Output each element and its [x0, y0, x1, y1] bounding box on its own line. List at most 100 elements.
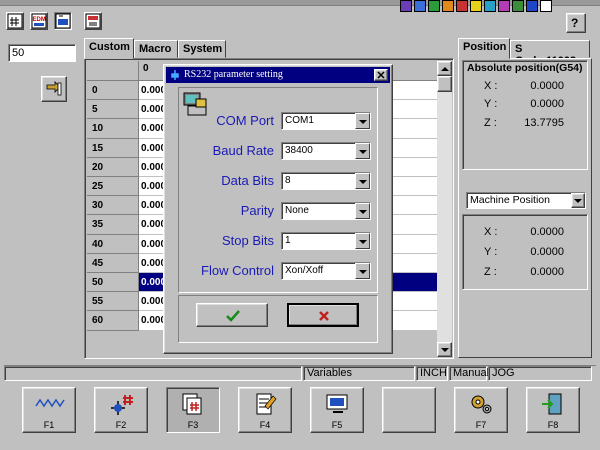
dialog-field-select[interactable]: 8 — [281, 172, 371, 190]
toolbar-icon-9[interactable] — [512, 0, 524, 12]
dialog-field-value: COM1 — [285, 115, 314, 126]
grid-scrollbar[interactable] — [437, 61, 452, 357]
edit-document-icon — [256, 393, 277, 415]
stacked-hash-icon — [182, 393, 202, 415]
grid-row-label: 0 — [87, 81, 139, 101]
toolbar-icon-6[interactable] — [470, 0, 482, 12]
chevron-down-icon[interactable] — [355, 143, 370, 159]
toolbar-icon-8[interactable] — [498, 0, 510, 12]
scroll-thumb[interactable] — [437, 76, 452, 92]
grid-row-label: 10 — [87, 119, 139, 139]
dialog-close-button[interactable] — [374, 69, 388, 81]
axis-value: 0.0000 — [530, 226, 564, 238]
absolute-position-box: Absolute position(G54) — [462, 60, 588, 170]
dialog-field-value: Xon/Xoff — [285, 265, 324, 276]
scroll-down-arrow[interactable] — [437, 342, 452, 357]
chevron-down-icon[interactable] — [355, 263, 370, 279]
coordinate-hash-icon — [111, 395, 133, 415]
dialog-field-value: 1 — [285, 235, 291, 246]
status-jog: JOG — [488, 366, 592, 381]
f1-button[interactable]: F1 — [22, 387, 76, 433]
tab-position-label: Position — [463, 41, 507, 53]
f1-label: F1 — [43, 420, 55, 430]
dialog-field-select[interactable]: Xon/Xoff — [281, 262, 371, 280]
grid-row-label: 15 — [87, 138, 139, 158]
machine-position-select[interactable]: Machine Position — [466, 192, 586, 209]
dialog-field-select[interactable]: COM1 — [281, 112, 371, 130]
edm-icon[interactable]: EDM — [30, 12, 48, 30]
grid-row-label: 40 — [87, 234, 139, 254]
status-variables: Variables — [303, 366, 415, 381]
axis-value: 13.7795 — [524, 117, 564, 129]
f4-button[interactable]: F4 — [238, 387, 292, 433]
number-input[interactable]: 50 — [8, 44, 76, 62]
grid-row-label: 20 — [87, 157, 139, 177]
dialog-field-label: Parity — [240, 203, 274, 218]
hash-icon[interactable] — [6, 12, 24, 30]
cancel-button[interactable] — [287, 303, 359, 327]
ok-button[interactable] — [196, 303, 268, 327]
f7-label: F7 — [475, 420, 487, 430]
f8-button[interactable]: F8 — [526, 387, 580, 433]
tab-scode[interactable]: S Code:11003 — [510, 40, 590, 67]
tab-system[interactable]: System — [178, 40, 226, 58]
top-right-toolbar — [400, 0, 556, 12]
toolbar-icon-11[interactable] — [540, 0, 552, 12]
f6-button[interactable] — [382, 387, 436, 433]
chevron-down-icon[interactable] — [571, 193, 585, 208]
chevron-down-icon[interactable] — [355, 233, 370, 249]
axis-value: 0.0000 — [530, 246, 564, 258]
checkmark-icon — [226, 310, 240, 322]
status-unit: INCH — [416, 366, 448, 381]
f5-label: F5 — [331, 420, 343, 430]
toolbar-icon-5[interactable] — [456, 0, 468, 12]
f5-button[interactable]: F5 — [310, 387, 364, 433]
absolute-position-title: Absolute position(G54) — [467, 62, 583, 74]
plug-icon — [171, 70, 179, 80]
status-jog-text: JOG — [492, 367, 515, 379]
rs232-icon[interactable] — [84, 12, 102, 30]
status-mode-text: Manual — [453, 367, 490, 379]
toolbar-icon-2[interactable] — [414, 0, 426, 12]
tab-position[interactable]: Position — [458, 38, 510, 59]
help-question-icon[interactable]: ? — [566, 13, 586, 33]
status-empty — [4, 366, 302, 381]
toolbar-icon-3[interactable] — [428, 0, 440, 12]
grid-corner — [87, 61, 139, 81]
f3-label: F3 — [187, 420, 199, 430]
tab-macro[interactable]: Macro — [134, 40, 178, 58]
dialog-field-select[interactable]: 1 — [281, 232, 371, 250]
toolbar-icon-4[interactable] — [442, 0, 454, 12]
toolbar-icon-1[interactable] — [400, 0, 412, 12]
grid-row-label: 30 — [87, 196, 139, 216]
scroll-up-arrow[interactable] — [437, 61, 452, 76]
tab-macro-label: Macro — [139, 43, 172, 55]
dialog-field-select[interactable]: 38400 — [281, 142, 371, 160]
f2-button[interactable]: F2 — [94, 387, 148, 433]
axis-value: 0.0000 — [530, 266, 564, 278]
axis-value: 0.0000 — [530, 98, 564, 110]
toolbar-icon-7[interactable] — [484, 0, 496, 12]
tab-system-label: System — [183, 43, 223, 55]
grid-row-label: 25 — [87, 177, 139, 197]
input-action-button[interactable] — [41, 76, 67, 102]
status-variables-text: Variables — [307, 367, 353, 379]
dialog-field-label: Data Bits — [221, 173, 274, 188]
f7-button[interactable]: F7 — [454, 387, 508, 433]
gears-icon — [471, 395, 492, 414]
chevron-down-icon[interactable] — [355, 113, 370, 129]
dialog-field-select[interactable]: None — [281, 202, 371, 220]
f3-button[interactable]: F3 — [166, 387, 220, 433]
grid-row-label: 60 — [87, 311, 139, 331]
chevron-down-icon[interactable] — [355, 203, 370, 219]
toolbar-icon-10[interactable] — [526, 0, 538, 12]
f4-label: F4 — [259, 420, 271, 430]
dialog-field-value: 8 — [285, 175, 291, 186]
tab-custom[interactable]: Custom — [84, 38, 134, 59]
axis-value: 0.0000 — [530, 80, 564, 92]
dialog-icon[interactable] — [54, 12, 72, 30]
chevron-down-icon[interactable] — [355, 173, 370, 189]
wave-icon — [35, 398, 65, 408]
grid-row-label: 50 — [87, 273, 139, 293]
dialog-field-label: Stop Bits — [221, 233, 274, 248]
